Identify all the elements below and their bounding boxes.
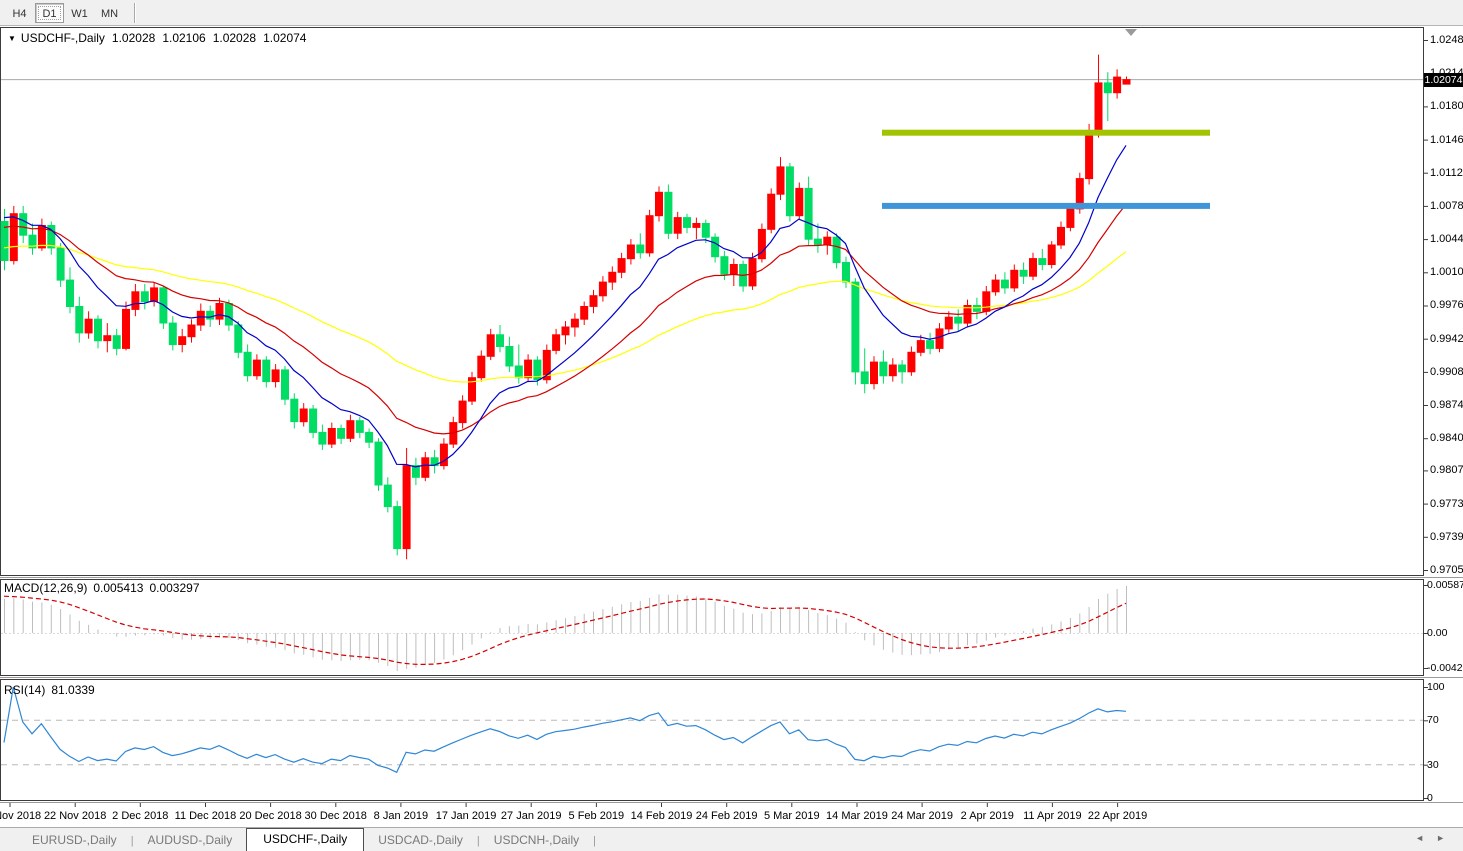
ohlc-open: 1.02028 [112, 31, 155, 45]
macd-axis-label: 0.00 [1427, 627, 1447, 639]
price-axis-label: 0.99420 [1430, 333, 1463, 345]
rsi-axis-label: 100 [1427, 681, 1445, 693]
toolbar-divider [134, 3, 136, 23]
timeframe-button-h4[interactable]: H4 [5, 3, 34, 23]
tab-scroll-left-icon[interactable]: ◄ [1415, 833, 1436, 843]
price-axis-label: 1.01120 [1430, 167, 1463, 179]
timeframe-toolbar: H4D1W1MN [0, 0, 1463, 26]
price-axis-label: 1.01460 [1430, 134, 1463, 146]
macd-indicator-label: MACD(12,26,9) 0.005413 0.003297 [4, 581, 206, 595]
current-price-tag: 1.02074 [1424, 73, 1463, 87]
tab-separator: | [593, 832, 596, 851]
rsi-value: 81.0339 [51, 683, 94, 697]
macd-axis-label: 0.005873 [1427, 579, 1463, 591]
tab-scroll-right-icon[interactable]: ► [1436, 833, 1457, 843]
rsi-axis-label: 0 [1427, 792, 1433, 804]
chart-symbol-label: USDCHF-,Daily [21, 31, 105, 45]
timeframe-button-w1[interactable]: W1 [65, 3, 94, 23]
price-axis-label: 0.99080 [1430, 366, 1463, 378]
chart-tab-eurusd[interactable]: EURUSD-,Daily [18, 830, 131, 851]
price-axis-label: 1.01800 [1430, 100, 1463, 112]
chart-tab-bar: EURUSD-,Daily | AUDUSD-,DailyUSDCHF-,Daily… [0, 827, 1463, 851]
price-axis-label: 1.00100 [1430, 266, 1463, 278]
panel-frames [0, 28, 1463, 803]
chart-canvas[interactable] [0, 0, 1463, 851]
tab-scroll-arrows: ◄► [1415, 833, 1457, 843]
macd-axis-label: -0.004238 [1427, 662, 1463, 674]
chart-tab-usdcad[interactable]: USDCAD-,Daily [364, 830, 477, 851]
collapse-triangle-icon[interactable]: ▼ [8, 34, 16, 43]
price-axis-label: 0.97050 [1430, 564, 1463, 576]
rsi-axis-label: 70 [1427, 714, 1439, 726]
macd-signal-value: 0.003297 [149, 581, 199, 595]
rsi-indicator-label: RSI(14) 81.0339 [4, 683, 101, 697]
resistance-band[interactable] [882, 130, 1210, 136]
trading-terminal-window: H4D1W1MN ▼ USDCHF-,Daily 1.02028 1.02106 1.0… [0, 0, 1463, 851]
ohlc-high: 1.02106 [162, 31, 205, 45]
price-axis-label: 0.97730 [1430, 498, 1463, 510]
timeframe-button-d1[interactable]: D1 [35, 3, 64, 23]
price-axis-label: 0.98400 [1430, 432, 1463, 444]
price-axis-label: 0.98740 [1430, 399, 1463, 411]
macd-main-value: 0.005413 [93, 581, 143, 595]
chart-tab-usdchf[interactable]: USDCHF-,Daily [246, 828, 364, 851]
price-axis-label: 0.97390 [1430, 531, 1463, 543]
price-axis-label: 1.00440 [1430, 233, 1463, 245]
chart-tab-audusd[interactable]: AUDUSD-,Daily [134, 830, 247, 851]
date-axis-label: 22 Apr 2019 [1078, 810, 1158, 822]
macd-name: MACD(12,26,9) [4, 581, 87, 595]
price-axis-label: 1.00780 [1430, 200, 1463, 212]
chart-tab-usdcnh[interactable]: USDCNH-,Daily [480, 830, 593, 851]
price-axis-label: 1.02480 [1430, 34, 1463, 46]
price-axis-label: 0.98070 [1430, 464, 1463, 476]
ohlc-low: 1.02028 [213, 31, 256, 45]
timeframe-button-mn[interactable]: MN [95, 3, 124, 23]
rsi-axis-label: 30 [1427, 759, 1439, 771]
ohlc-close: 1.02074 [263, 31, 306, 45]
support-band[interactable] [882, 203, 1210, 209]
price-axis-label: 0.99760 [1430, 299, 1463, 311]
chart-title: ▼ USDCHF-,Daily 1.02028 1.02106 1.02028 1.020… [8, 31, 306, 45]
rsi-name: RSI(14) [4, 683, 45, 697]
